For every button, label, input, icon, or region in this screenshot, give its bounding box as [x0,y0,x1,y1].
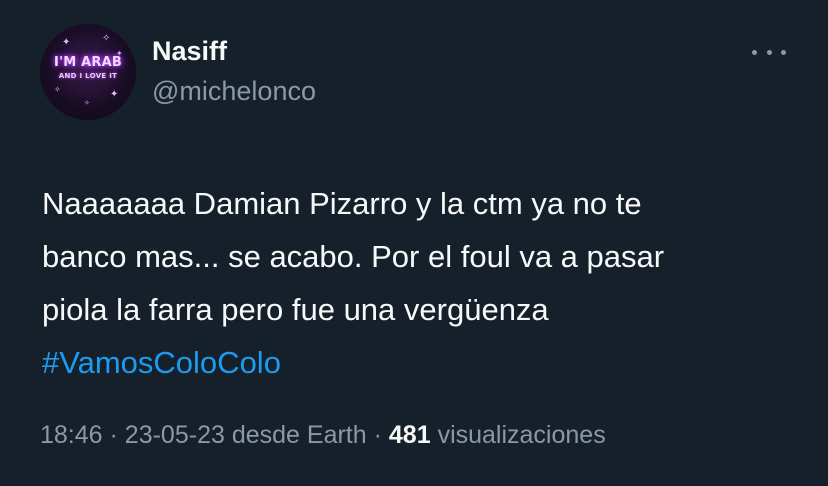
author-display-name[interactable]: Nasiff [152,36,227,67]
views-link[interactable]: 481 visualizaciones [389,421,606,449]
sparkle-icon: ✦ [110,89,119,100]
avatar-text-line2: AND I LOVE IT [58,72,118,80]
tweet-date: 23-05-23 [124,421,225,449]
more-options-icon[interactable] [752,40,786,64]
views-count: 481 [388,421,431,449]
hashtag-link[interactable]: #VamosColoColo [42,345,281,380]
dot [781,49,786,55]
dot [766,49,772,55]
author-handle[interactable]: @michelonco [152,76,316,107]
avatar[interactable]: ✦ ✧ ✦ ✧ ✦ ✧ I'M ARAB AND I LOVE IT [40,24,136,120]
separator: · [373,421,382,449]
dot [752,49,757,55]
tweet-text-line: banco mas... se acabo. Por el foul va a … [42,239,665,274]
tweet-card: ✦ ✧ ✦ ✧ ✦ ✧ I'M ARAB AND I LOVE IT Nasif… [0,0,828,486]
avatar-text-line1: I'M ARAB [54,55,122,70]
tweet-metadata: 18:46 · 23-05-23 desde Earth · 481 visua… [40,421,606,450]
sparkle-icon: ✦ [62,37,71,48]
tweet-text-line: piola la farra pero fue una vergüenza [42,292,549,327]
views-label: visualizaciones [437,421,606,449]
sparkle-icon: ✧ [84,100,90,107]
tweet-source: desde Earth [231,421,367,449]
tweet-time: 18:46 [40,421,103,449]
tweet-time-link[interactable]: 18:46 · 23-05-23 [40,421,225,449]
sparkle-icon: ✧ [102,33,111,44]
tweet-text-line: Naaaaaaa Damian Pizarro y la ctm ya no t… [42,186,642,221]
sparkle-icon: ✧ [54,85,61,94]
separator: · [109,421,118,449]
tweet-text: Naaaaaaa Damian Pizarro y la ctm ya no t… [42,177,802,389]
